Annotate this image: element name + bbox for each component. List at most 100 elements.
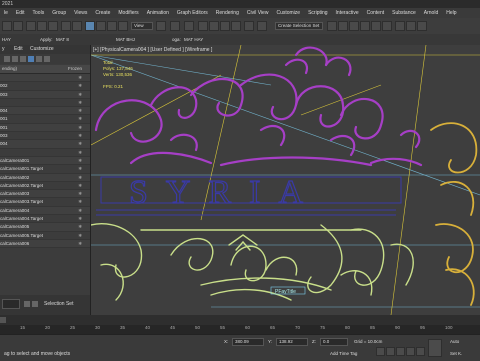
undo-icon[interactable] <box>2 21 12 31</box>
menu-arnold[interactable]: Arnold <box>420 10 442 16</box>
menu-help[interactable]: Help <box>442 10 460 16</box>
z-coordinate-field[interactable]: 0.0 <box>320 338 348 346</box>
frozen-icon[interactable]: ❄ <box>78 132 82 139</box>
pivot-icon[interactable] <box>156 21 166 31</box>
selection-set-dropdown[interactable]: Create Selection Set <box>275 22 323 30</box>
options-icon[interactable] <box>44 56 50 62</box>
render-setup-icon[interactable] <box>395 21 405 31</box>
find-icon[interactable] <box>20 56 26 62</box>
auto-key-button[interactable]: Auto <box>450 339 459 344</box>
list-item[interactable]: calCamera001 ❄ <box>0 156 90 166</box>
list-item[interactable]: calCamera002.Target ❄ <box>0 182 90 191</box>
list-item[interactable]: 004 ❄ <box>0 140 90 149</box>
scale-icon[interactable] <box>107 21 117 31</box>
bind-icon[interactable] <box>48 21 58 31</box>
tab-customize[interactable]: Customize <box>30 46 54 52</box>
link-icon[interactable] <box>26 21 36 31</box>
menu-content[interactable]: Content <box>363 10 389 16</box>
list-item[interactable]: 003 ❄ <box>0 132 90 141</box>
frozen-icon[interactable]: ❄ <box>78 140 82 147</box>
unlink-icon[interactable] <box>37 21 47 31</box>
frozen-icon[interactable]: ❄ <box>78 198 82 205</box>
play-icon[interactable] <box>396 347 405 356</box>
viewport[interactable]: SYRIA PFayTitle [+] [PhysicalCamera004]… <box>91 45 480 315</box>
add-time-tag[interactable]: Add Time Tag <box>330 351 357 356</box>
scene-explorer-icon[interactable] <box>349 21 359 31</box>
oga-material-field[interactable]: MAT HAY <box>184 35 203 44</box>
render-icon[interactable] <box>417 21 427 31</box>
geometry-filter-icon[interactable] <box>12 56 18 62</box>
menu-graph-editors[interactable]: Graph Editors <box>173 10 212 16</box>
keyboard-shortcut-icon[interactable] <box>184 21 194 31</box>
menu-substance[interactable]: Substance <box>388 10 420 16</box>
list-item[interactable]: 001 ❄ <box>0 123 90 133</box>
menu-edit[interactable]: Edit <box>12 10 29 16</box>
select-manipulate-icon[interactable] <box>170 21 180 31</box>
frozen-icon[interactable]: ❄ <box>78 190 82 197</box>
place-icon[interactable] <box>118 21 128 31</box>
list-item[interactable]: calCamera003.Target ❄ <box>0 198 90 207</box>
curve-editor-icon[interactable] <box>360 21 370 31</box>
frozen-icon[interactable]: ❄ <box>78 115 82 122</box>
frozen-icon[interactable]: ❄ <box>78 207 82 214</box>
material-field[interactable]: MAT BHJ <box>116 35 135 44</box>
menu-animation[interactable]: Animation <box>143 10 173 16</box>
list-item[interactable]: ❄ <box>0 99 90 108</box>
viewport-label[interactable]: [+] [PhysicalCamera004 ] [User Defined ]… <box>93 47 212 53</box>
layer-explorer-icon[interactable] <box>24 301 30 307</box>
list-item[interactable]: calCamera004.Target ❄ <box>0 215 90 224</box>
list-item[interactable]: 001 ❄ <box>0 115 90 124</box>
list-item[interactable]: calCamera003 ❄ <box>0 190 90 199</box>
frozen-icon[interactable]: ❄ <box>78 99 82 106</box>
menu-group[interactable]: Group <box>48 10 70 16</box>
go-to-end-icon[interactable] <box>416 347 425 356</box>
selection-set-field[interactable] <box>2 299 20 309</box>
list-item[interactable]: calCamera002 ❄ <box>0 173 90 182</box>
frozen-icon[interactable]: ❄ <box>78 223 82 230</box>
list-item[interactable]: 002 ❄ <box>0 82 90 91</box>
display-filter-icon[interactable] <box>28 56 34 62</box>
list-item[interactable]: ❄ <box>0 74 90 83</box>
frozen-icon[interactable]: ❄ <box>78 91 82 98</box>
time-slider-handle[interactable] <box>0 317 6 323</box>
y-coordinate-field[interactable]: 138.92 <box>276 338 308 346</box>
angle-snap-icon[interactable] <box>209 21 219 31</box>
frozen-icon[interactable]: ❄ <box>78 215 82 222</box>
mirror-icon[interactable] <box>257 21 267 31</box>
menu-civil-view[interactable]: Civil View <box>243 10 273 16</box>
sort-icon[interactable] <box>36 56 42 62</box>
menu-interactive[interactable]: Interactive <box>332 10 363 16</box>
frozen-icon[interactable]: ❄ <box>78 124 82 131</box>
key-icon[interactable] <box>428 339 442 357</box>
select-by-name-icon[interactable] <box>72 21 82 31</box>
list-item[interactable]: calCamera004 ❄ <box>0 206 90 216</box>
time-slider[interactable] <box>0 315 480 325</box>
menu-scripting[interactable]: Scripting <box>304 10 331 16</box>
go-to-start-icon[interactable] <box>376 347 385 356</box>
frozen-icon[interactable]: ❄ <box>78 74 82 81</box>
menu-rendering[interactable]: Rendering <box>212 10 243 16</box>
list-item[interactable]: calCamera005 ❄ <box>0 223 90 232</box>
menu-tools[interactable]: Tools <box>29 10 49 16</box>
snap-icon[interactable] <box>198 21 208 31</box>
percent-snap-icon[interactable] <box>220 21 230 31</box>
apply-material-field[interactable]: MAT 8 <box>56 35 69 44</box>
frozen-icon[interactable]: ❄ <box>78 82 82 89</box>
list-item[interactable]: 004 ❄ <box>0 107 90 116</box>
layer-icon[interactable] <box>338 21 348 31</box>
schematic-view-icon[interactable] <box>371 21 381 31</box>
rotate-icon[interactable] <box>96 21 106 31</box>
list-item[interactable]: 003 ❄ <box>0 90 90 99</box>
column-frozen[interactable]: Frozen <box>68 66 82 71</box>
prev-frame-icon[interactable] <box>386 347 395 356</box>
frozen-icon[interactable]: ❄ <box>78 149 82 156</box>
list-item[interactable]: calCamera001.Target ❄ <box>0 165 90 174</box>
tab-edit[interactable]: Edit <box>14 46 23 52</box>
frozen-icon[interactable]: ❄ <box>78 232 82 239</box>
rendered-frame-icon[interactable] <box>406 21 416 31</box>
edit-named-sets-icon[interactable] <box>244 21 254 31</box>
frozen-icon[interactable]: ❄ <box>78 174 82 181</box>
column-name[interactable]: ending) <box>2 66 17 71</box>
menu-modifiers[interactable]: Modifiers <box>114 10 142 16</box>
frozen-icon[interactable]: ❄ <box>78 157 82 164</box>
